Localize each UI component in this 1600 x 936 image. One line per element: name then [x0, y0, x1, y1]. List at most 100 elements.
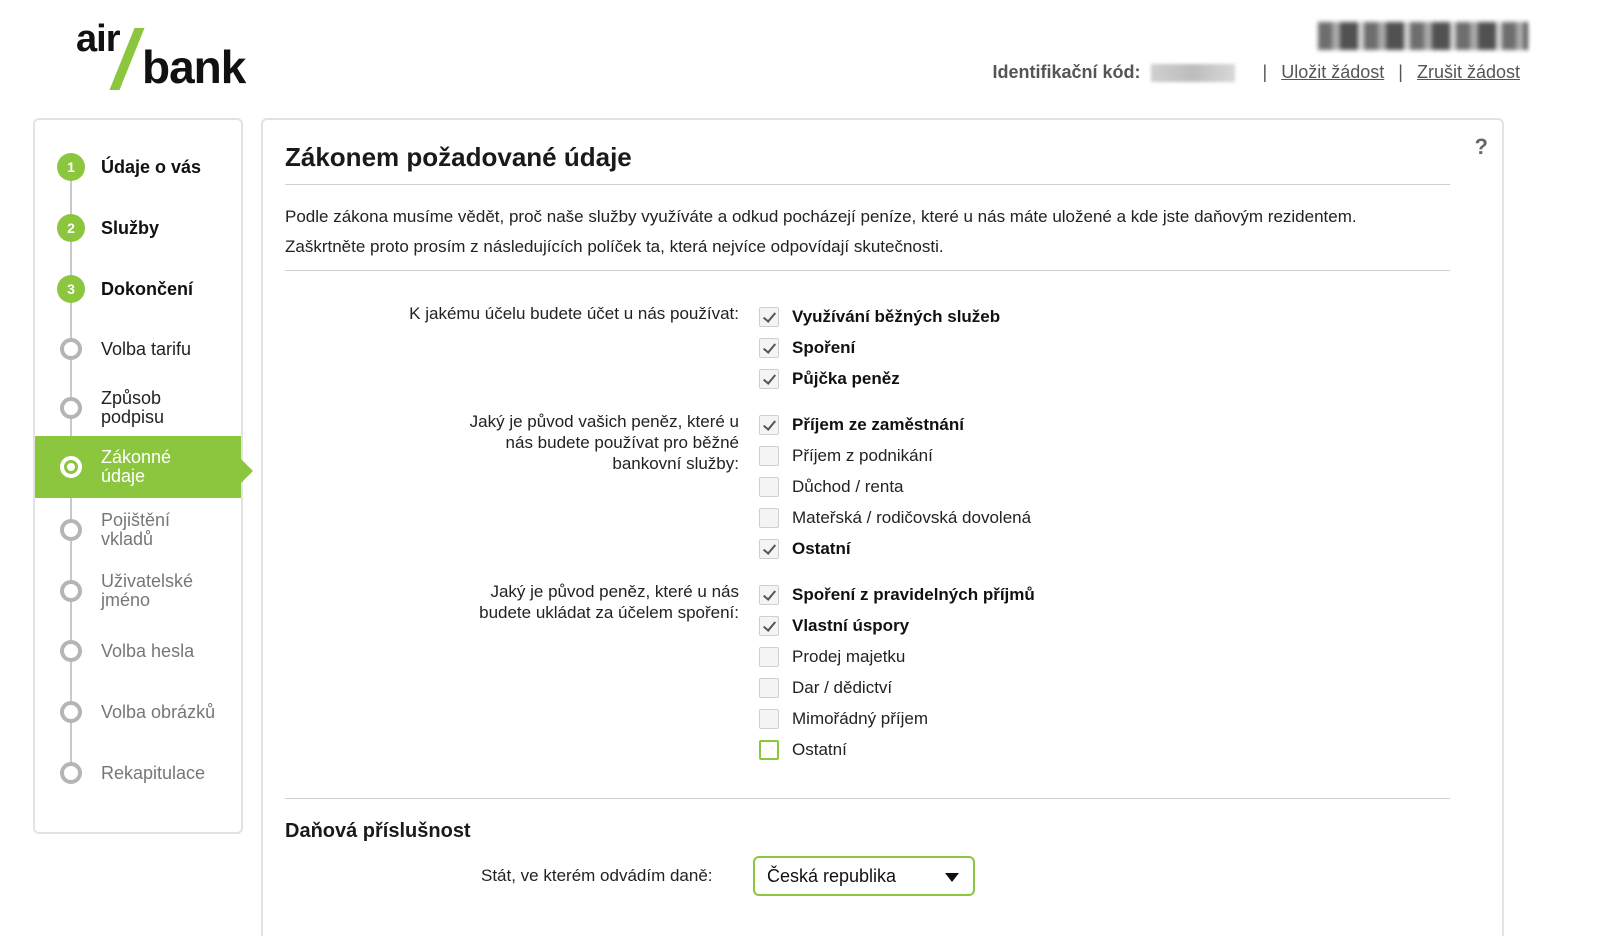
tax-country-selected-value: Česká republika — [767, 865, 897, 886]
sidebar-step-volba-hesla[interactable]: Volba hesla — [35, 638, 241, 664]
divider — [285, 184, 1450, 185]
checkbox-option[interactable]: Půjčka peněz — [759, 368, 900, 390]
question-label-purpose: K jakému účelu budete účet u nás používa… — [409, 304, 739, 323]
sidebar-step-zpusob-podpisu[interactable]: Způsob podpisu — [35, 386, 241, 430]
checkbox-option[interactable]: Ostatní — [759, 739, 847, 761]
tax-country-select[interactable]: Česká republika — [753, 856, 975, 896]
main-form-panel: ? Zákonem požadované údaje Podle zákona … — [261, 118, 1504, 936]
checkbox-option[interactable]: Ostatní — [759, 538, 851, 560]
checkbox-option[interactable]: Příjem ze zaměstnání — [759, 414, 964, 436]
active-step-arrow-icon — [240, 458, 253, 484]
sidebar-step-label: Volba hesla — [101, 640, 195, 661]
sidebar-step-label: Dokončení — [101, 278, 194, 299]
checkbox-option[interactable]: Prodej majetku — [759, 646, 905, 668]
sidebar-step-label: Rekapitulace — [101, 762, 206, 783]
checkbox-option[interactable]: Příjem z podnikání — [759, 445, 933, 467]
checkbox-option[interactable]: Vlastní úspory — [759, 615, 909, 637]
save-application-link[interactable]: Uložit žádost — [1281, 62, 1384, 83]
checkbox[interactable] — [759, 369, 779, 389]
sidebar-step-label: Údaje o vás — [101, 156, 202, 177]
separator: | — [1398, 62, 1403, 82]
checkbox-label: Ostatní — [792, 740, 847, 759]
application-page: air bank Identifikační kód: | Uložit žád… — [0, 0, 1600, 936]
sidebar-step-label: Způsob podpisu — [101, 388, 165, 427]
checkbox-option[interactable]: Mimořádný příjem — [759, 708, 928, 730]
sidebar-step-rekapitulace[interactable]: Rekapitulace — [35, 760, 241, 786]
checkbox-option[interactable]: Spoření z pravidelných příjmů — [759, 584, 1035, 606]
checkbox[interactable] — [759, 678, 779, 698]
checkbox[interactable] — [759, 585, 779, 605]
sidebar-step-pojisteni-vkladu[interactable]: Pojištění vkladů — [35, 508, 241, 552]
sidebar-step-label: Uživatelské jméno — [101, 571, 194, 610]
checkbox[interactable] — [759, 338, 779, 358]
checkbox-label: Ostatní — [792, 539, 851, 558]
separator: | — [1262, 62, 1268, 82]
step-circle-icon — [60, 338, 82, 360]
checkbox-option[interactable]: Mateřská / rodičovská dovolená — [759, 507, 1031, 529]
checkbox-label: Vlastní úspory — [792, 616, 910, 635]
intro-line: Zaškrtněte proto prosím z následujících … — [285, 237, 944, 256]
tax-section-title: Daňová příslušnost — [285, 820, 471, 842]
checkbox[interactable] — [759, 446, 779, 466]
checkbox-label: Spoření z pravidelných příjmů — [792, 585, 1035, 604]
step-number-badge: 2 — [57, 214, 85, 242]
step-number-badge: 3 — [57, 275, 85, 303]
checkbox-option[interactable]: Dar / dědictví — [759, 677, 892, 699]
step-circle-icon — [60, 640, 82, 662]
divider — [285, 798, 1450, 799]
sidebar-step-uzivatelske-jmeno[interactable]: Uživatelské jméno — [35, 569, 241, 613]
step-circle-icon — [60, 762, 82, 784]
checkbox-label: Půjčka peněz — [792, 369, 900, 388]
question-label-origin-savings: Jaký je původ peněz, které u nás budete … — [479, 582, 739, 622]
sidebar-step-volba-obrazku[interactable]: Volba obrázků — [35, 699, 241, 725]
sidebar-step-volba-tarifu[interactable]: Volba tarifu — [35, 336, 241, 362]
page-title: Zákonem požadované údaje — [285, 142, 632, 172]
sidebar-step-dokonceni[interactable]: 3 Dokončení — [35, 274, 241, 304]
question-label-origin-banking: Jaký je původ vašich peněz, které u nás … — [469, 412, 739, 473]
checkbox-option[interactable]: Využívání běžných služeb — [759, 306, 1000, 328]
step-circle-icon — [60, 701, 82, 723]
progress-sidebar: 1 Údaje o vás 2 Služby 3 Dokončení Volba… — [33, 118, 253, 834]
sidebar-step-zakonne-udaje[interactable]: Zákonné údaje — [35, 436, 241, 498]
checkbox-label: Příjem z podnikání — [792, 446, 933, 465]
checkbox-label: Spoření — [792, 338, 856, 357]
intro-line: Podle zákona musíme vědět, proč naše slu… — [285, 207, 1357, 226]
checkbox-label: Mateřská / rodičovská dovolená — [792, 508, 1032, 527]
checkbox-label: Využívání běžných služeb — [792, 307, 1001, 326]
step-circle-icon — [60, 580, 82, 602]
sidebar-step-sluzby[interactable]: 2 Služby — [35, 213, 241, 243]
user-name-redacted — [1318, 22, 1528, 50]
checkbox[interactable] — [759, 647, 779, 667]
sidebar-step-label: Služby — [101, 217, 160, 238]
checkbox[interactable] — [759, 539, 779, 559]
tax-country-label: Stát, ve kterém odvádím daně: — [481, 866, 713, 885]
checkbox[interactable] — [759, 508, 779, 528]
checkbox-label: Dar / dědictví — [792, 678, 893, 697]
checkbox[interactable] — [759, 709, 779, 729]
identification-code-label: Identifikační kód: — [992, 62, 1141, 82]
checkbox-option[interactable]: Spoření — [759, 337, 855, 359]
step-circle-icon — [60, 397, 82, 419]
checkbox[interactable] — [759, 307, 779, 327]
checkbox-label: Důchod / renta — [792, 477, 904, 496]
sidebar-step-label: Pojištění vkladů — [101, 510, 171, 549]
help-icon[interactable]: ? — [1475, 134, 1488, 160]
step-current-icon — [60, 456, 82, 478]
chevron-down-icon — [945, 873, 959, 882]
sidebar-step-udaje-o-vas[interactable]: 1 Údaje o vás — [35, 152, 241, 182]
checkbox[interactable] — [759, 415, 779, 435]
checkbox-label: Mimořádný příjem — [792, 709, 929, 728]
sidebar-step-label: Zákonné údaje — [101, 447, 172, 486]
header-links: Identifikační kód: | Uložit žádost | Zru… — [993, 62, 1521, 83]
sidebar-step-label: Volba obrázků — [101, 701, 216, 722]
step-circle-icon — [60, 519, 82, 541]
checkbox-focused[interactable] — [759, 740, 779, 760]
logo-air-text: air — [76, 18, 120, 60]
intro-text: Podle zákona musíme vědět, proč naše slu… — [285, 202, 1465, 262]
identification-code-redacted — [1150, 63, 1235, 82]
checkbox[interactable] — [759, 616, 779, 636]
cancel-application-link[interactable]: Zrušit žádost — [1417, 62, 1520, 83]
checkbox[interactable] — [759, 477, 779, 497]
checkbox-label: Příjem ze zaměstnání — [792, 415, 964, 434]
checkbox-option[interactable]: Důchod / renta — [759, 476, 904, 498]
